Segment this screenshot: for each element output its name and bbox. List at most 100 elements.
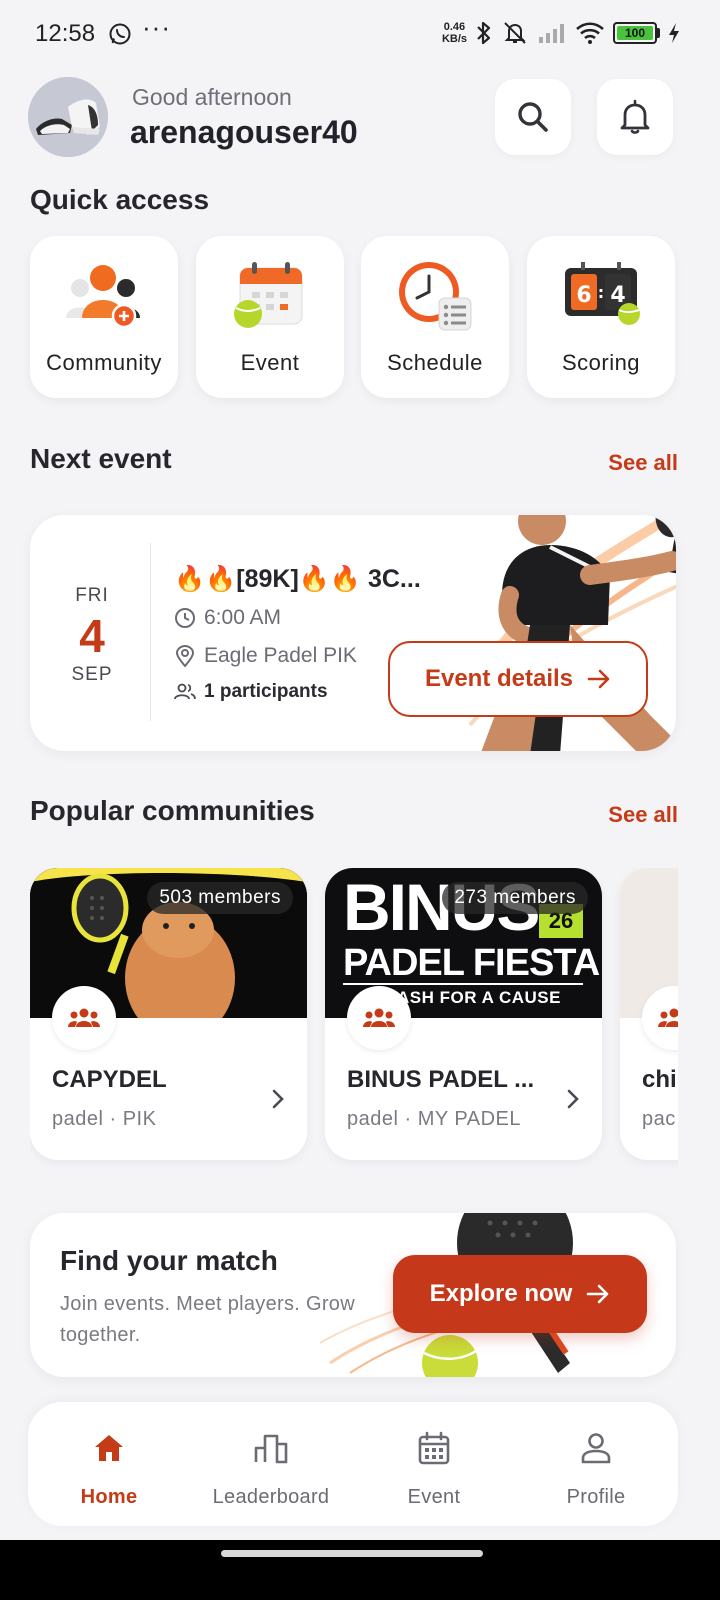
quick-access-event[interactable]: Event (196, 236, 344, 398)
chevron-right-icon (272, 1089, 284, 1109)
chevron-right-icon (567, 1089, 579, 1109)
group-icon (658, 1008, 678, 1027)
home-icon (95, 1435, 123, 1461)
promo-subtitle: Join events. Meet players. Grow together… (60, 1293, 355, 1346)
avatar-shoes-image (28, 77, 108, 157)
avatar[interactable] (28, 77, 108, 157)
clock-icon (175, 608, 195, 628)
quick-access-label: Schedule (387, 350, 483, 375)
bluetooth-icon (477, 21, 491, 45)
quick-access-title: Quick access (30, 184, 210, 215)
find-match-banner: Find your match Join events. Meet player… (30, 1213, 676, 1377)
battery-level: 100 (617, 26, 653, 40)
network-speed-value: 0.46 (443, 21, 466, 33)
location-pin-icon (175, 644, 195, 668)
search-button[interactable] (495, 79, 571, 155)
home-indicator[interactable] (221, 1550, 483, 1557)
next-event-card[interactable]: FRI 4 SEP 🔥🔥[89K]🔥🔥 3C... 6:00 AM Eagle … (30, 515, 676, 751)
quick-access-label: Event (240, 350, 300, 375)
nav-profile[interactable]: Profile (515, 1402, 677, 1526)
svg-text:4: 4 (610, 283, 625, 308)
explore-now-label: Explore now (429, 1280, 573, 1307)
participants-icon (174, 683, 196, 700)
leaderboard-icon (254, 1434, 288, 1464)
community-name: BINUS PADEL ... (347, 1066, 535, 1093)
event-time-row: 6:00 AM (174, 606, 281, 630)
nav-label: Leaderboard (212, 1486, 330, 1508)
community-avatar (52, 986, 116, 1050)
quick-access-schedule[interactable]: Schedule (361, 236, 509, 398)
member-count-badge: 273 members (442, 882, 588, 914)
arrow-right-icon (587, 669, 610, 689)
wifi-icon (576, 22, 604, 44)
greeting-text: Good afternoon (132, 84, 292, 110)
community-name: CAPYDEL (52, 1066, 167, 1093)
event-participants: 1 participants (204, 681, 328, 702)
notifications-button[interactable] (597, 79, 673, 155)
community-meta: pac (642, 1108, 676, 1130)
nav-label: Profile (566, 1486, 626, 1508)
network-speed: 0.46 KB/s (442, 21, 467, 45)
status-icons: 0.46 KB/s 100 (442, 20, 680, 46)
nav-home[interactable]: Home (28, 1402, 190, 1526)
group-icon (68, 1008, 100, 1027)
next-event-title: Next event (30, 443, 172, 474)
event-details-button[interactable]: Event details (388, 641, 648, 717)
community-icon (66, 265, 140, 329)
explore-now-button[interactable]: Explore now (393, 1255, 647, 1333)
status-time: 12:58 (35, 20, 96, 47)
cover-divider (343, 983, 583, 985)
communities-see-all-link[interactable]: See all (608, 802, 678, 828)
network-speed-unit: KB/s (441, 33, 467, 45)
system-navigation-bar (0, 1540, 720, 1600)
community-avatar (347, 986, 411, 1050)
community-card-partial[interactable]: chi pac (620, 868, 678, 1160)
community-meta: padel · PIK (52, 1108, 157, 1130)
bottom-navigation: Home Leaderboard Event Profile (28, 1402, 678, 1526)
clock-schedule-icon (399, 262, 472, 331)
battery-icon: 100 (613, 22, 660, 44)
event-time: 6:00 AM (204, 606, 282, 629)
nav-event[interactable]: Event (353, 1402, 515, 1526)
svg-text::: : (598, 283, 604, 302)
promo-title: Find your match (60, 1245, 278, 1276)
calendar-icon (234, 262, 303, 328)
community-name: chi (642, 1066, 677, 1093)
more-dots-icon: ··· (142, 12, 171, 42)
community-meta: padel · MY PADEL (347, 1108, 522, 1130)
popular-communities-title: Popular communities (30, 795, 315, 826)
event-location-row: Eagle Padel PIK (174, 644, 357, 668)
quick-access-label: Community (46, 350, 162, 375)
bell-icon (620, 99, 650, 134)
quick-access-community[interactable]: Community (30, 236, 178, 398)
status-bar: 12:58 ··· 0.46 KB/s 100 (0, 0, 720, 70)
quick-access-label: Scoring (561, 350, 641, 375)
event-day: 4 (79, 610, 105, 662)
nav-label: Event (407, 1486, 461, 1508)
username: arenagouser40 (130, 114, 358, 150)
nav-label: Home (80, 1486, 138, 1508)
member-count-badge: 503 members (147, 882, 293, 914)
profile-icon (581, 1433, 611, 1464)
arrow-right-icon (587, 1284, 609, 1304)
event-divider (150, 543, 151, 721)
charging-icon (669, 23, 679, 43)
communities-carousel[interactable]: 503 members CAPYDEL padel · PIK BINUS 26… (30, 868, 678, 1168)
group-icon (363, 1008, 395, 1027)
whatsapp-icon (109, 23, 131, 45)
svg-text:6: 6 (576, 283, 591, 308)
cover-title-line2: PADEL FIESTA (343, 942, 600, 984)
scoreboard-icon: 6 : 4 (565, 262, 640, 325)
event-participants-row: 1 participants (174, 681, 328, 703)
quick-access-scoring[interactable]: 6 : 4 Scoring (527, 236, 675, 398)
community-card-binus-padel[interactable]: BINUS 26 PADEL FIESTA ASH FOR A CAUSE 27… (325, 868, 602, 1160)
event-name: 🔥🔥[89K]🔥🔥 3C... (174, 565, 421, 593)
nav-leaderboard[interactable]: Leaderboard (190, 1402, 352, 1526)
next-event-see-all-link[interactable]: See all (608, 450, 678, 476)
community-card-capydel[interactable]: 503 members CAPYDEL padel · PIK (30, 868, 307, 1160)
event-month: SEP (71, 664, 113, 685)
calendar-icon (418, 1431, 450, 1465)
search-icon (518, 102, 548, 132)
cover-subtitle: ASH FOR A CAUSE (397, 988, 561, 1007)
event-day-of-week: FRI (75, 585, 109, 606)
